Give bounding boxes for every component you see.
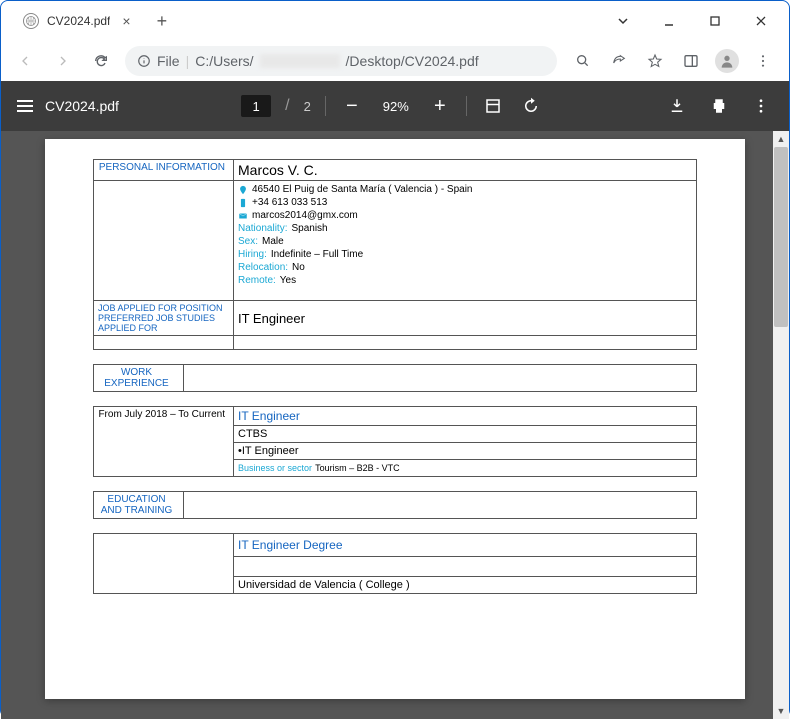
- share-icon[interactable]: [603, 47, 635, 75]
- cv-name: Marcos V. C.: [234, 160, 697, 181]
- zoom-out-button[interactable]: −: [340, 94, 364, 118]
- tab-search-button[interactable]: [601, 5, 645, 37]
- file-info-icon: [137, 54, 151, 68]
- url-path-start: C:/Users/: [195, 53, 253, 69]
- vertical-scrollbar[interactable]: ▲ ▼: [773, 131, 789, 719]
- profile-avatar[interactable]: [711, 47, 743, 75]
- url-path-end: /Desktop/CV2024.pdf: [346, 53, 479, 69]
- pdf-toolbar: CV2024.pdf / 2 − 92% +: [1, 81, 789, 131]
- cv-remote: Yes: [280, 275, 296, 286]
- cv-phone: +34 613 033 513: [252, 197, 327, 208]
- scroll-up-arrow[interactable]: ▲: [773, 131, 789, 147]
- pdf-more-button[interactable]: [749, 94, 773, 118]
- new-tab-button[interactable]: +: [157, 11, 168, 32]
- download-icon[interactable]: [665, 94, 689, 118]
- zoom-in-button[interactable]: +: [428, 94, 452, 118]
- page-separator: /: [285, 97, 289, 115]
- total-pages: 2: [304, 99, 311, 114]
- pdf-viewport[interactable]: PERSONAL INFORMATION Marcos V. C. 46540 …: [1, 131, 789, 719]
- window-maximize-button[interactable]: [693, 5, 737, 37]
- hiring-label: Hiring:: [238, 249, 267, 260]
- sex-label: Sex:: [238, 236, 258, 247]
- email-icon: [238, 211, 248, 221]
- education-table: IT Engineer Degree Universidad de Valenc…: [93, 533, 697, 594]
- nav-back-button[interactable]: [11, 47, 39, 75]
- url-prefix: File: [157, 53, 180, 69]
- window-minimize-button[interactable]: [647, 5, 691, 37]
- cv-hiring: Indefinite – Full Time: [271, 249, 363, 260]
- cv-relocation: No: [292, 262, 305, 273]
- toolbar-divider: [325, 96, 326, 116]
- exp-company: CTBS: [234, 426, 697, 443]
- degree: IT Engineer Degree: [234, 534, 697, 557]
- work-exp-label: WORK EXPERIENCE: [94, 365, 184, 392]
- education-label: EDUCATION AND TRAINING: [94, 492, 184, 519]
- university: Universidad de Valencia ( College ): [234, 577, 697, 594]
- fit-page-icon[interactable]: [481, 94, 505, 118]
- phone-icon: [238, 198, 248, 208]
- page-number-input[interactable]: [241, 95, 271, 117]
- browser-toolbar: File | C:/Users//Desktop/CV2024.pdf: [1, 41, 789, 81]
- cv-address: 46540 El Puig de Santa María ( Valencia …: [252, 184, 473, 195]
- address-bar[interactable]: File | C:/Users//Desktop/CV2024.pdf: [125, 46, 557, 76]
- tab-favicon-globe-icon: [23, 13, 39, 29]
- side-panel-icon[interactable]: [675, 47, 707, 75]
- bookmark-star-icon[interactable]: [639, 47, 671, 75]
- relocation-label: Relocation:: [238, 262, 288, 273]
- scroll-down-arrow[interactable]: ▼: [773, 703, 789, 719]
- exp-sector: Tourism – B2B - VTC: [315, 463, 400, 473]
- nationality-label: Nationality:: [238, 223, 287, 234]
- rotate-icon[interactable]: [519, 94, 543, 118]
- pdf-filename: CV2024.pdf: [45, 98, 119, 114]
- browser-menu-button[interactable]: [747, 47, 779, 75]
- window-titlebar: CV2024.pdf × +: [1, 1, 789, 41]
- exp-role: •IT Engineer: [234, 443, 697, 460]
- toolbar-divider: [466, 96, 467, 116]
- pdf-page: PERSONAL INFORMATION Marcos V. C. 46540 …: [45, 139, 745, 699]
- job-applied: IT Engineer: [234, 301, 697, 336]
- job-section-label: JOB APPLIED FOR POSITION PREFERRED JOB S…: [94, 301, 234, 336]
- browser-tab[interactable]: CV2024.pdf ×: [11, 5, 147, 37]
- zoom-indicator-icon[interactable]: [567, 47, 599, 75]
- work-exp-table: From July 2018 – To Current IT Engineer …: [93, 406, 697, 477]
- print-icon[interactable]: [707, 94, 731, 118]
- nav-forward-button[interactable]: [49, 47, 77, 75]
- scroll-thumb[interactable]: [774, 147, 788, 327]
- cv-nationality: Spanish: [291, 223, 327, 234]
- exp-title: IT Engineer: [234, 407, 697, 426]
- personal-info-table: PERSONAL INFORMATION Marcos V. C. 46540 …: [93, 159, 697, 350]
- cv-email: marcos2014@gmx.com: [252, 210, 358, 221]
- education-header-table: EDUCATION AND TRAINING: [93, 491, 697, 519]
- tab-close-button[interactable]: ×: [118, 13, 134, 29]
- personal-info-label: PERSONAL INFORMATION: [94, 160, 234, 181]
- work-exp-header-table: WORK EXPERIENCE: [93, 364, 697, 392]
- pdf-menu-button[interactable]: [17, 100, 33, 112]
- window-close-button[interactable]: [739, 5, 783, 37]
- remote-label: Remote:: [238, 275, 276, 286]
- zoom-value: 92%: [378, 99, 414, 114]
- exp-period: From July 2018 – To Current: [94, 407, 234, 477]
- exp-sector-label: Business or sector: [238, 463, 312, 473]
- tab-title: CV2024.pdf: [47, 14, 110, 28]
- nav-reload-button[interactable]: [87, 47, 115, 75]
- url-blurred-user: [260, 54, 340, 68]
- location-pin-icon: [238, 185, 248, 195]
- cv-sex: Male: [262, 236, 284, 247]
